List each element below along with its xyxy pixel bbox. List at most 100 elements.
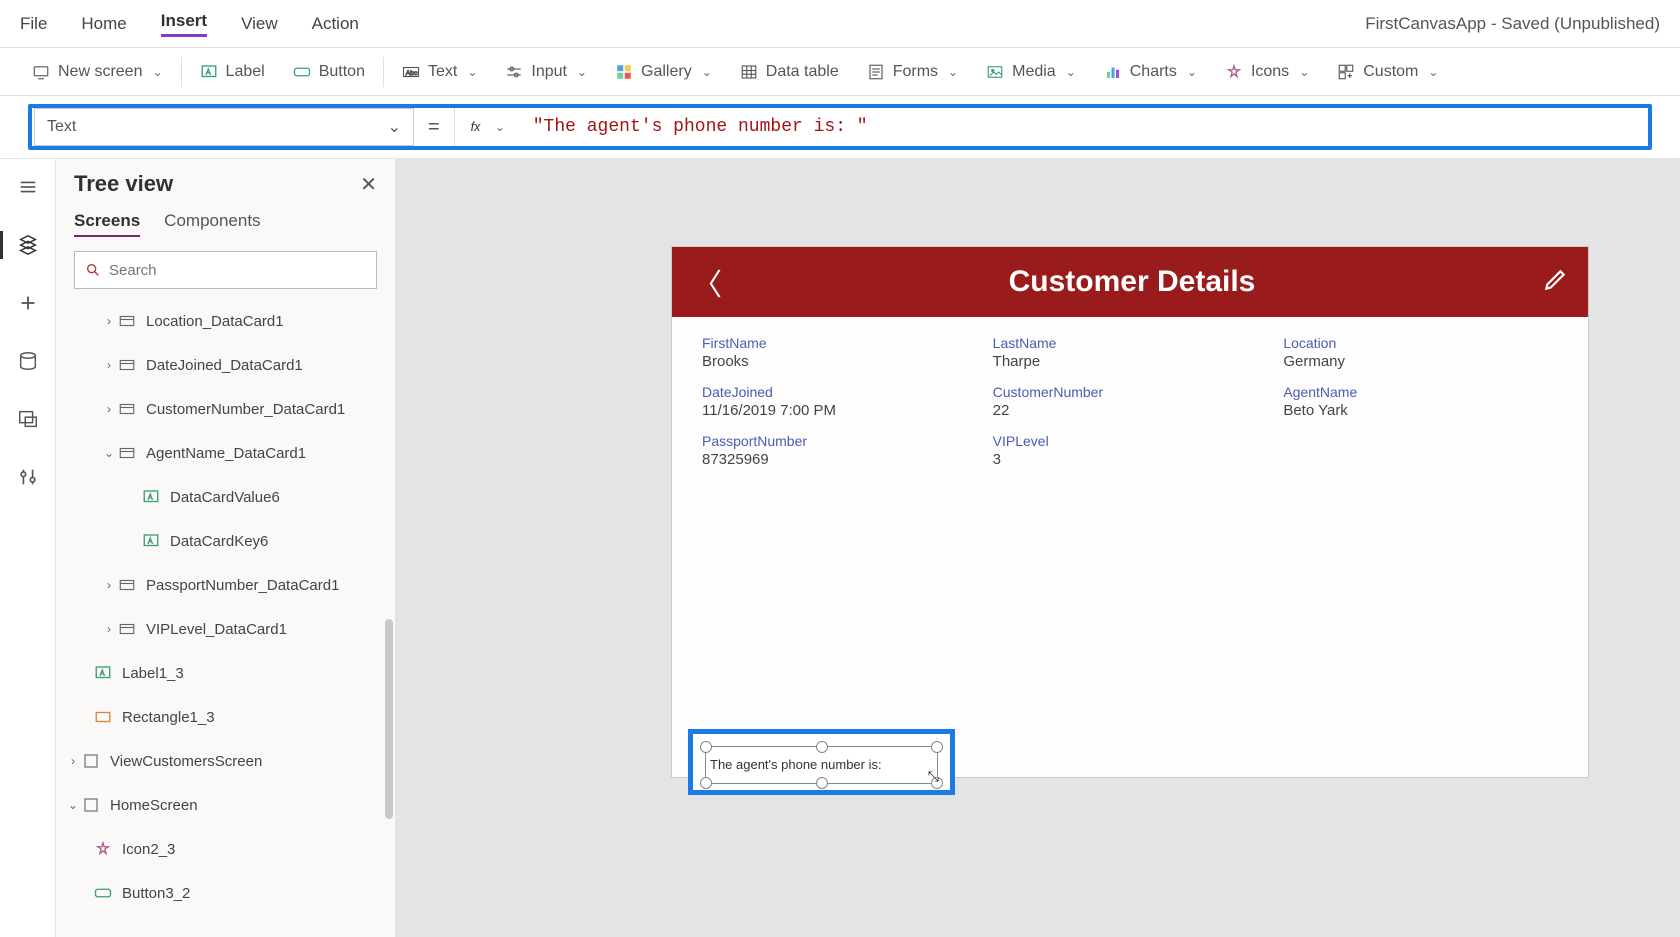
tree-node-datejoined[interactable]: ›DateJoined_DataCard1 <box>56 343 395 387</box>
tree-title: Tree view <box>74 171 173 197</box>
menu-view[interactable]: View <box>241 14 278 34</box>
label-icon <box>200 63 218 81</box>
datacard-icon <box>118 620 136 638</box>
tree-node-customernumber[interactable]: ›CustomerNumber_DataCard1 <box>56 387 395 431</box>
forms-dropdown[interactable]: Forms⌄ <box>853 48 972 95</box>
rail-data[interactable] <box>8 341 48 381</box>
button-icon <box>94 884 112 902</box>
resize-handle[interactable] <box>700 777 712 789</box>
field-value: 87325969 <box>702 451 983 468</box>
preview-header: 〈 Customer Details <box>672 247 1588 317</box>
media-dropdown[interactable]: Media⌄ <box>972 48 1090 95</box>
resize-handle[interactable] <box>816 741 828 753</box>
table-icon <box>740 63 758 81</box>
fx-button[interactable]: fx ⌄ <box>454 108 519 146</box>
tab-screens[interactable]: Screens <box>74 211 140 237</box>
label-icon <box>142 532 160 550</box>
selected-label-text: The agent's phone number is: <box>710 757 882 772</box>
datacard-icon <box>118 312 136 330</box>
tree-node-label13[interactable]: Label1_3 <box>56 651 395 695</box>
field-label: DateJoined <box>702 384 983 400</box>
label-button[interactable]: Label <box>186 48 279 95</box>
canvas[interactable]: 〈 Customer Details FirstName Brooks LastN… <box>396 159 1680 937</box>
custom-dropdown[interactable]: Custom⌄ <box>1323 48 1452 95</box>
tree-node-viplevel[interactable]: ›VIPLevel_DataCard1 <box>56 607 395 651</box>
equals-sign: = <box>414 116 454 139</box>
selected-label-control[interactable]: The agent's phone number is: ⤡ <box>705 746 938 784</box>
custom-icon <box>1337 63 1355 81</box>
datacard-icon <box>118 400 136 418</box>
search-icon <box>85 262 101 278</box>
field-label: Location <box>1283 335 1564 351</box>
formula-value[interactable]: "The agent's phone number is: " <box>519 117 868 137</box>
screen-icon <box>32 63 50 81</box>
screen-icon <box>82 796 100 814</box>
menu-action[interactable]: Action <box>312 14 359 34</box>
tree-node-button32[interactable]: Button3_2 <box>56 871 395 915</box>
datacard-icon <box>118 576 136 594</box>
charts-icon <box>1104 63 1122 81</box>
text-icon: Abc <box>402 63 420 81</box>
tree-search-input[interactable] <box>109 262 366 279</box>
app-preview[interactable]: 〈 Customer Details FirstName Brooks LastN… <box>672 247 1588 777</box>
selected-control-highlight[interactable]: The agent's phone number is: ⤡ <box>688 729 955 795</box>
rail-insert[interactable] <box>8 283 48 323</box>
rail-tree-view[interactable] <box>8 225 48 265</box>
tree-close-button[interactable]: ✕ <box>360 172 377 197</box>
rail-hamburger[interactable] <box>8 167 48 207</box>
tree-node-agentname[interactable]: ⌄AgentName_DataCard1 <box>56 431 395 475</box>
menu-bar: File Home Insert View Action FirstCanvas… <box>0 0 1680 48</box>
screen-icon <box>82 752 100 770</box>
ribbon: New screen⌄ Label Button Abc Text⌄ Input… <box>0 48 1680 96</box>
text-dropdown[interactable]: Abc Text⌄ <box>388 48 491 95</box>
tab-components[interactable]: Components <box>164 211 260 237</box>
menu-home[interactable]: Home <box>81 14 126 34</box>
back-icon[interactable]: 〈 <box>692 260 722 304</box>
menu-file[interactable]: File <box>20 14 47 34</box>
field-value: 11/16/2019 7:00 PM <box>702 402 983 419</box>
tree-node-passportnumber[interactable]: ›PassportNumber_DataCard1 <box>56 563 395 607</box>
rail-media[interactable] <box>8 399 48 439</box>
input-icon <box>505 63 523 81</box>
tree-node-icon23[interactable]: Icon2_3 <box>56 827 395 871</box>
field-label: LastName <box>993 335 1274 351</box>
gallery-dropdown[interactable]: Gallery⌄ <box>601 48 726 95</box>
star-icon <box>94 840 112 858</box>
gallery-icon <box>615 63 633 81</box>
rectangle-icon <box>94 708 112 726</box>
tree-node-location[interactable]: ›Location_DataCard1 <box>56 299 395 343</box>
tree-node-viewcustomers[interactable]: ›ViewCustomersScreen <box>56 739 395 783</box>
icons-dropdown[interactable]: Icons⌄ <box>1211 48 1323 95</box>
tree-scrollbar[interactable] <box>385 619 393 819</box>
field-value: 22 <box>993 402 1274 419</box>
property-dropdown[interactable]: Text ⌄ <box>34 108 414 146</box>
tree-list: ›Location_DataCard1 ›DateJoined_DataCard… <box>56 299 395 937</box>
tree-node-datacardvalue6[interactable]: DataCardValue6 <box>56 475 395 519</box>
charts-dropdown[interactable]: Charts⌄ <box>1090 48 1211 95</box>
new-screen-button[interactable]: New screen⌄ <box>18 48 177 95</box>
field-value: Germany <box>1283 353 1564 370</box>
tree-node-rectangle13[interactable]: Rectangle1_3 <box>56 695 395 739</box>
field-label: PassportNumber <box>702 433 983 449</box>
resize-handle[interactable] <box>816 777 828 789</box>
field-label: CustomerNumber <box>993 384 1274 400</box>
button-button[interactable]: Button <box>279 48 379 95</box>
label-icon <box>142 488 160 506</box>
resize-handle[interactable] <box>931 741 943 753</box>
field-value: Brooks <box>702 353 983 370</box>
field-value: 3 <box>993 451 1274 468</box>
rail-advanced[interactable] <box>8 457 48 497</box>
tree-node-datacardkey6[interactable]: DataCardKey6 <box>56 519 395 563</box>
edit-icon[interactable] <box>1542 267 1568 298</box>
input-dropdown[interactable]: Input⌄ <box>491 48 601 95</box>
data-table-button[interactable]: Data table <box>726 48 853 95</box>
tree-search[interactable] <box>74 251 377 289</box>
button-icon <box>293 63 311 81</box>
tree-node-homescreen[interactable]: ⌄HomeScreen <box>56 783 395 827</box>
resize-handle[interactable] <box>700 741 712 753</box>
field-label: FirstName <box>702 335 983 351</box>
menu-insert[interactable]: Insert <box>161 11 207 37</box>
left-rail <box>0 159 56 937</box>
field-label: AgentName <box>1283 384 1564 400</box>
icons-icon <box>1225 63 1243 81</box>
